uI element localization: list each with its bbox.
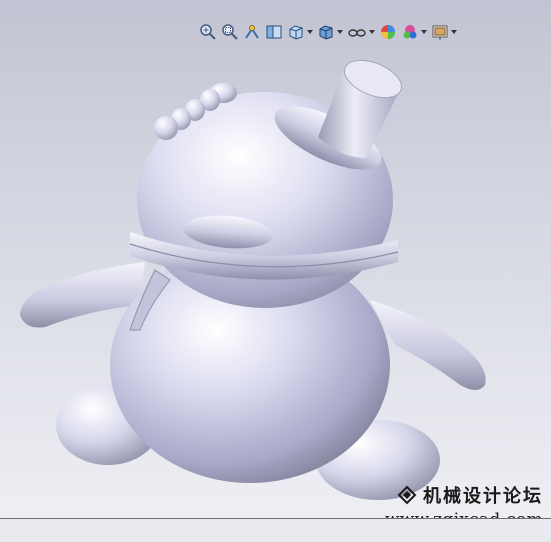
graphics-area[interactable]: 机械设计论坛 www.zgjxcad.com <box>0 0 551 518</box>
watermark-url: www.zgjxcad.com <box>385 510 543 518</box>
watermark-title: 机械设计论坛 <box>423 486 543 507</box>
section-view-icon[interactable] <box>264 21 284 43</box>
logo-icon <box>397 485 417 505</box>
view-orientation-icon[interactable] <box>286 21 314 43</box>
view-toolbar <box>198 20 458 44</box>
previous-view-icon[interactable] <box>242 21 262 43</box>
watermark: 机械设计论坛 www.zgjxcad.com <box>385 482 543 518</box>
status-strip <box>0 518 551 542</box>
3d-model[interactable] <box>0 0 551 518</box>
zoom-to-area-icon[interactable] <box>220 21 240 43</box>
edit-appearance-icon[interactable] <box>378 21 398 43</box>
zoom-to-fit-icon[interactable] <box>198 21 218 43</box>
apply-scene-icon[interactable] <box>400 21 428 43</box>
view-settings-icon[interactable] <box>430 21 458 43</box>
hide-show-items-icon[interactable] <box>346 21 376 43</box>
display-style-icon[interactable] <box>316 21 344 43</box>
